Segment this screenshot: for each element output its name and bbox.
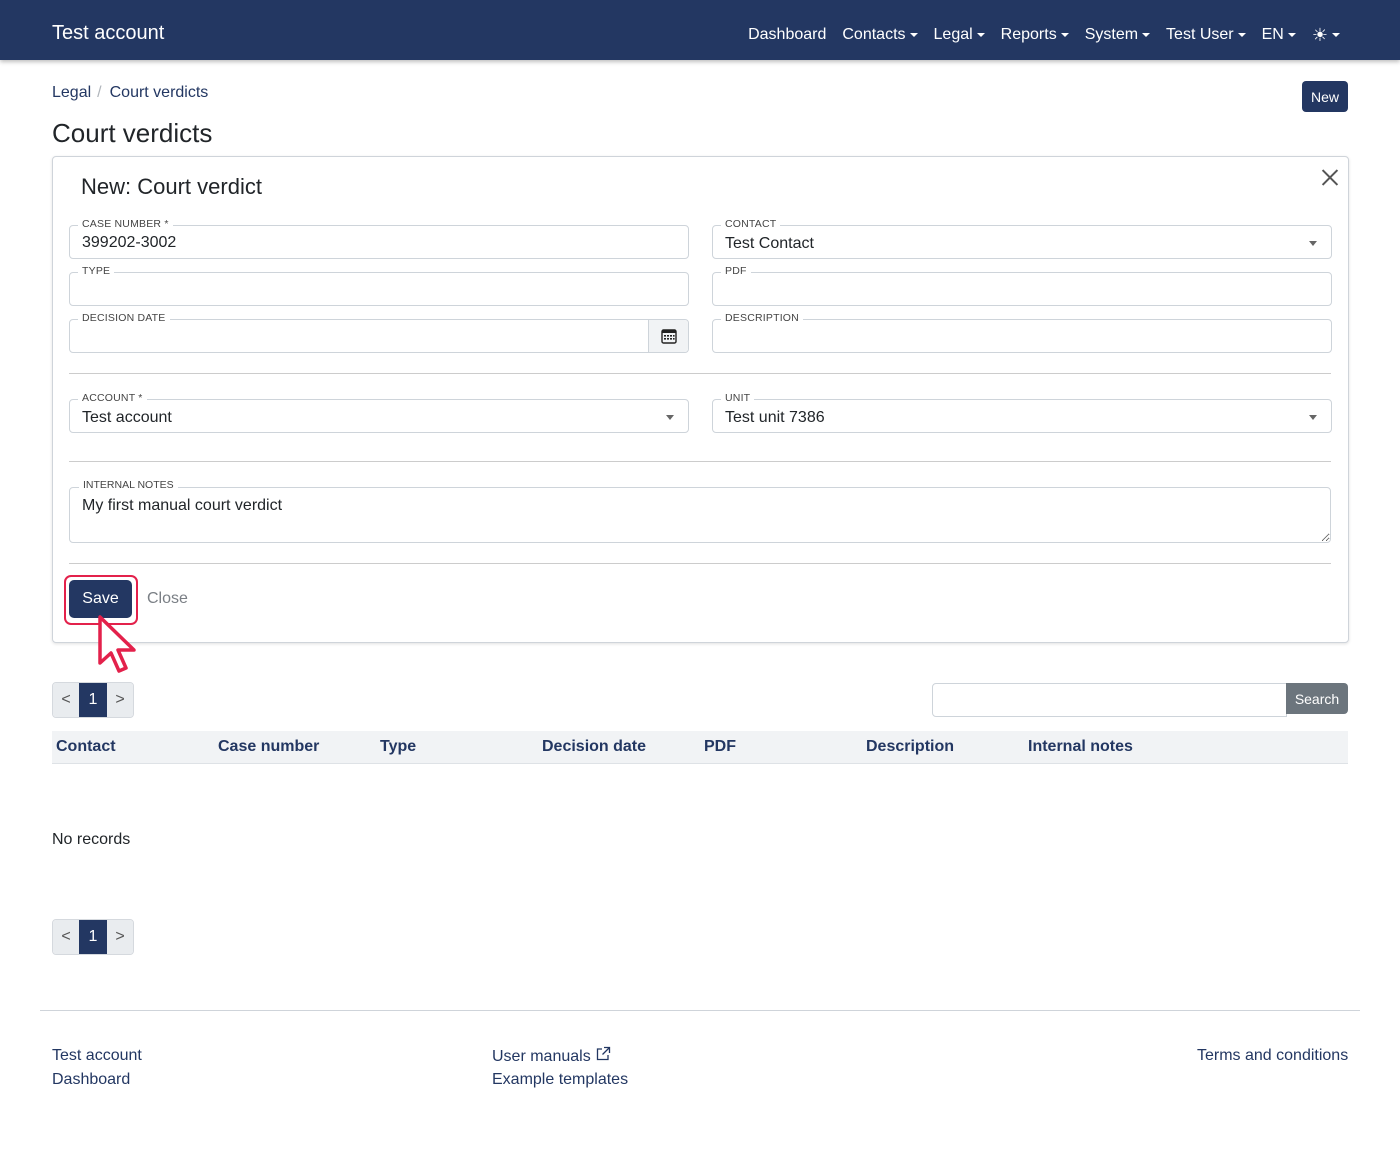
breadcrumb-court-verdicts[interactable]: Court verdicts	[110, 83, 209, 103]
nav-system-label: System	[1084, 26, 1139, 43]
next-page-button[interactable]: >	[107, 920, 133, 954]
column-case-number[interactable]: Case number	[218, 738, 319, 756]
column-description[interactable]: Description	[866, 738, 954, 756]
calendar-button[interactable]	[648, 320, 688, 352]
nav-contacts-dropdown[interactable]: Contacts	[842, 24, 918, 46]
nav-theme-dropdown[interactable]: ☀	[1312, 26, 1340, 44]
new-court-verdict-form: New: Court verdict CASE NUMBER * 399202-…	[52, 156, 1349, 643]
chevron-down-icon	[1309, 241, 1317, 246]
nav-user-label: Test User	[1166, 26, 1234, 43]
internal-notes-textarea[interactable]: My first manual court verdict	[69, 487, 1331, 543]
close-icon[interactable]	[1318, 165, 1342, 189]
external-link-icon	[596, 1046, 610, 1061]
decision-date-field[interactable]: DECISION DATE	[69, 312, 689, 353]
brand-link[interactable]: Test account	[52, 21, 164, 45]
column-pdf[interactable]: PDF	[704, 738, 736, 756]
search-button[interactable]: Search	[1286, 683, 1348, 714]
footer-link-example-templates[interactable]: Example templates	[492, 1070, 628, 1090]
case-number-value: 399202-3002	[82, 234, 177, 251]
case-number-field[interactable]: CASE NUMBER * 399202-3002	[69, 218, 689, 259]
nav-language-label: EN	[1261, 26, 1284, 43]
close-button[interactable]: Close	[147, 589, 188, 609]
page-title: Court verdicts	[52, 118, 213, 148]
breadcrumb-legal[interactable]: Legal	[52, 83, 91, 103]
unit-label: UNIT	[721, 392, 755, 405]
footer-link-user-manuals[interactable]: User manuals	[492, 1046, 611, 1067]
caret-down-icon	[1332, 33, 1340, 37]
caret-down-icon	[1287, 33, 1296, 37]
nav-legal-dropdown[interactable]: Legal	[934, 24, 985, 46]
caret-down-icon	[1060, 33, 1069, 37]
type-label: TYPE	[78, 265, 115, 278]
form-divider	[69, 373, 1331, 374]
column-internal-notes[interactable]: Internal notes	[1028, 738, 1133, 756]
column-contact[interactable]: Contact	[56, 738, 116, 756]
current-page-button[interactable]: 1	[79, 683, 107, 717]
nav-dashboard-label: Dashboard	[748, 26, 827, 43]
search-input[interactable]	[932, 683, 1287, 717]
unit-value: Test unit 7386	[725, 409, 825, 426]
chevron-down-icon	[1309, 415, 1317, 420]
pdf-field[interactable]: PDF	[712, 265, 1332, 306]
contact-label: CONTACT	[721, 218, 781, 231]
calendar-icon	[660, 329, 677, 344]
breadcrumb-separator: /	[97, 84, 102, 101]
current-page-button[interactable]: 1	[79, 920, 107, 954]
footer-link-terms[interactable]: Terms and conditions	[1197, 1046, 1348, 1066]
footer-link-user-manuals-label: User manuals	[492, 1048, 591, 1065]
internal-notes-label: INTERNAL NOTES	[79, 479, 178, 492]
case-number-label: CASE NUMBER *	[78, 218, 173, 231]
caret-down-icon	[1237, 33, 1246, 37]
pagination-bottom: < 1 >	[52, 919, 134, 955]
nav-language-dropdown[interactable]: EN	[1262, 24, 1296, 46]
nav-user-dropdown[interactable]: Test User	[1166, 24, 1246, 46]
pagination-top: < 1 >	[52, 682, 134, 718]
empty-table-message: No records	[52, 831, 131, 848]
footer-link-account[interactable]: Test account	[52, 1046, 142, 1066]
footer-link-dashboard[interactable]: Dashboard	[52, 1070, 130, 1090]
breadcrumb: Legal / Court verdicts	[52, 83, 208, 103]
nav-menu: Dashboard Contacts Legal Reports System …	[748, 24, 1340, 46]
table-header: Contact Case number Type Decision date P…	[52, 731, 1348, 764]
column-decision-date[interactable]: Decision date	[542, 738, 646, 756]
decision-date-label: DECISION DATE	[78, 312, 170, 325]
form-divider	[69, 461, 1331, 462]
form-divider	[69, 563, 1331, 564]
nav-dashboard[interactable]: Dashboard	[748, 24, 826, 46]
new-button[interactable]: New	[1302, 81, 1348, 112]
caret-down-icon	[1142, 33, 1151, 37]
sun-icon: ☀	[1311, 25, 1328, 45]
column-type[interactable]: Type	[380, 738, 416, 756]
next-page-button[interactable]: >	[107, 683, 133, 717]
description-label: DESCRIPTION	[721, 312, 803, 325]
nav-reports-label: Reports	[1000, 26, 1057, 43]
unit-select[interactable]: UNIT Test unit 7386	[712, 392, 1332, 433]
caret-down-icon	[909, 33, 918, 37]
top-navbar: Test account Dashboard Contacts Legal Re…	[0, 0, 1400, 60]
nav-legal-label: Legal	[933, 26, 973, 43]
description-field[interactable]: DESCRIPTION	[712, 312, 1332, 353]
account-select[interactable]: ACCOUNT * Test account	[69, 392, 689, 433]
prev-page-button[interactable]: <	[53, 920, 79, 954]
caret-down-icon	[976, 33, 985, 37]
account-label: ACCOUNT *	[78, 392, 147, 405]
footer-divider	[40, 1010, 1360, 1011]
account-value: Test account	[82, 409, 172, 426]
nav-system-dropdown[interactable]: System	[1084, 24, 1151, 46]
pdf-label: PDF	[721, 265, 751, 278]
nav-contacts-label: Contacts	[842, 26, 906, 43]
nav-reports-dropdown[interactable]: Reports	[1001, 24, 1069, 46]
prev-page-button[interactable]: <	[53, 683, 79, 717]
type-field[interactable]: TYPE	[69, 265, 689, 306]
contact-select[interactable]: CONTACT Test Contact	[712, 218, 1332, 259]
contact-value: Test Contact	[725, 235, 814, 252]
cursor-arrow-icon	[98, 615, 136, 673]
chevron-down-icon	[666, 415, 674, 420]
form-title: New: Court verdict	[81, 174, 262, 199]
